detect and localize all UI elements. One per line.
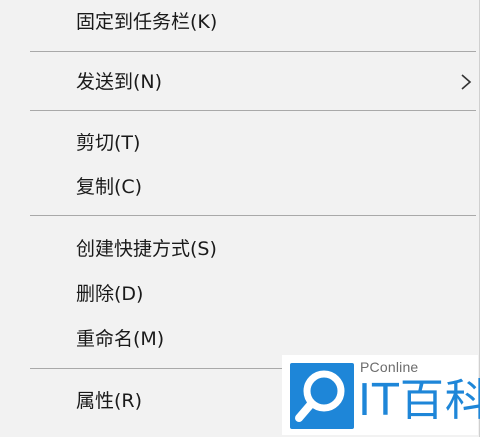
watermark: PConline IT百科 — [282, 355, 480, 435]
chevron-right-icon — [461, 74, 472, 90]
menu-item-rename[interactable]: 重命名(M) — [0, 319, 478, 359]
context-menu: 固定到任务栏(K) 发送到(N) 剪切(T) 复制(C) 创建快捷方式(S) 删… — [0, 0, 480, 437]
menu-item-label: 复制(C) — [76, 176, 143, 198]
menu-item-label: 剪切(T) — [76, 132, 141, 154]
menu-item-label: 删除(D) — [76, 283, 144, 305]
menu-separator — [30, 51, 476, 52]
magnifier-logo-icon — [290, 363, 354, 429]
menu-item-pin-to-taskbar[interactable]: 固定到任务栏(K) — [0, 2, 478, 42]
menu-item-cut[interactable]: 剪切(T) — [0, 123, 478, 163]
menu-item-label: 固定到任务栏(K) — [76, 11, 218, 33]
menu-item-send-to[interactable]: 发送到(N) — [0, 62, 478, 102]
menu-separator — [30, 215, 476, 216]
menu-item-create-shortcut[interactable]: 创建快捷方式(S) — [0, 229, 478, 269]
menu-item-label: 发送到(N) — [76, 71, 163, 93]
menu-item-label: 重命名(M) — [76, 328, 165, 350]
watermark-title: IT百科 — [358, 375, 480, 426]
menu-item-delete[interactable]: 删除(D) — [0, 274, 478, 314]
watermark-site-name: PConline — [360, 359, 419, 375]
menu-separator — [30, 110, 476, 111]
menu-item-label: 创建快捷方式(S) — [76, 238, 217, 260]
menu-item-copy[interactable]: 复制(C) — [0, 167, 478, 207]
menu-item-label: 属性(R) — [76, 390, 143, 412]
